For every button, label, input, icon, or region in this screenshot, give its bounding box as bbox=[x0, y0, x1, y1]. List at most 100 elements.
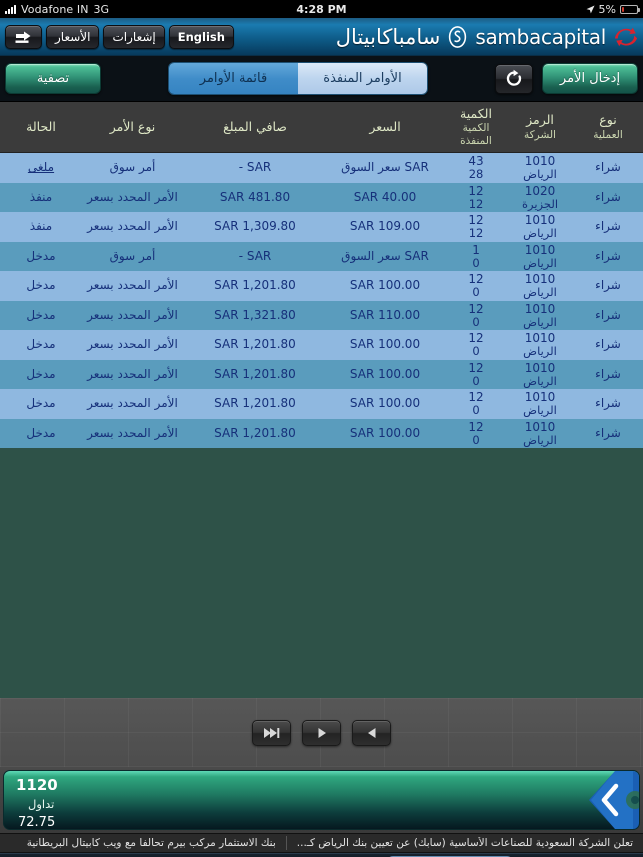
cell-quantity: 10 bbox=[472, 242, 480, 270]
ticker-zone: 1120 تداول 72.75 bbox=[0, 767, 643, 833]
column-title: الحالة bbox=[26, 119, 56, 135]
cell-status: ملغى bbox=[27, 160, 55, 175]
table-row[interactable]: شراء 1010 الرياض 12 0 SAR 100.00 SAR 1,201.80 ا… bbox=[0, 389, 643, 419]
orders-table: نوع العملية الرمز الشركة الكمية الكمية ا… bbox=[0, 102, 643, 698]
cell-quantity: 43 28 bbox=[468, 154, 484, 182]
table-row[interactable]: شراء 1010 الرياض 12 0 SAR 100.00 SAR 1,201.80 ا… bbox=[0, 271, 643, 301]
cell-code: 1010 الرياض bbox=[523, 154, 557, 182]
cell-quantity: 12 0 bbox=[468, 419, 484, 447]
table-row[interactable]: شراء 1010 الرياض 12 12 SAR 109.00 SAR 1,309.80… bbox=[0, 212, 643, 242]
prices-button[interactable]: الأسعار bbox=[46, 24, 100, 49]
cell-code: 1010 الرياض bbox=[523, 213, 557, 241]
battery-icon bbox=[620, 4, 640, 14]
news-item[interactable]: تعلن الشركة السعودية للصناعات الأساسية (… bbox=[287, 837, 643, 849]
column-title: الكمية bbox=[460, 105, 492, 121]
enter-order-button[interactable]: إدخال الأمر bbox=[542, 63, 638, 94]
column-title: السعر bbox=[369, 119, 401, 135]
column-subtitle: الكمية المنفذة bbox=[460, 122, 492, 148]
cell-price: SAR 40.00 bbox=[353, 189, 417, 204]
tab-executed-orders[interactable]: الأوامر المنفذة bbox=[298, 63, 427, 94]
orders-segmented-control: قائمة الأوامر الأوامر المنفذة bbox=[168, 62, 428, 95]
cell-status: منفذ bbox=[29, 219, 53, 234]
cell-order-type: الأمر المحدد بسعر bbox=[87, 396, 178, 411]
cell-net-amount: SAR 1,201.80 bbox=[214, 396, 296, 411]
cell-order-type: الأمر المحدد بسعر bbox=[87, 278, 178, 293]
header-actions: الأسعار إشعارات English bbox=[5, 24, 234, 49]
cell-operation: شراء bbox=[595, 425, 621, 440]
cell-net-amount: SAR 481.80 bbox=[219, 189, 291, 204]
cell-quantity: 12 0 bbox=[468, 301, 484, 329]
table-row[interactable]: شراء 1010 الرياض 12 0 SAR 100.00 SAR 1,201.80 ا… bbox=[0, 330, 643, 360]
table-row[interactable]: شراء 1010 الرياض 1 0 SAR سعر السوق SAR - أمر سو… bbox=[0, 241, 643, 271]
share-button[interactable] bbox=[5, 24, 42, 49]
previous-page-button[interactable] bbox=[352, 719, 391, 746]
notifications-button[interactable]: إشعارات bbox=[103, 24, 165, 49]
next-page-button[interactable] bbox=[302, 719, 341, 746]
column-title: صافي المبلغ bbox=[223, 119, 287, 135]
brand-arabic-label: سامباكابيتال bbox=[335, 24, 441, 49]
news-item[interactable]: بنك الاستثمار مركب بيرم تحالفا مع ويب كا… bbox=[17, 837, 286, 849]
cell-operation: شراء bbox=[595, 337, 621, 352]
column-title: الرمز bbox=[526, 112, 554, 128]
table-row[interactable]: شراء 1010 الرياض 43 28 SAR سعر السوق SAR - أمر … bbox=[0, 153, 643, 183]
news-ticker-bar[interactable]: تعلن الشركة السعودية للصناعات الأساسية (… bbox=[0, 833, 643, 853]
cell-net-amount: SAR 1,201.80 bbox=[214, 278, 296, 293]
column-title: نوع الأمر bbox=[109, 119, 156, 135]
ios-status-bar: Vodafone IN 3G 4:28 PM 5% bbox=[0, 0, 643, 18]
column-subtitle: العملية bbox=[593, 128, 623, 141]
english-button[interactable]: English bbox=[168, 24, 234, 49]
column-header-code: الرمز الشركة bbox=[507, 112, 573, 142]
cell-operation: شراء bbox=[595, 219, 621, 234]
cell-operation: شراء bbox=[595, 160, 621, 175]
brand-block: سامباكابيتال sambacapital bbox=[336, 25, 638, 49]
cell-code: 1020 الجزيرة bbox=[521, 183, 559, 211]
bottom-tab-bar: الصفحة الرئيسية أوامر bbox=[0, 853, 643, 857]
cell-net-amount: SAR 1,321.80 bbox=[214, 307, 296, 322]
cell-net-amount: SAR 1,201.80 bbox=[214, 425, 296, 440]
cell-order-type: الأمر المحدد بسعر bbox=[87, 307, 178, 322]
market-ticker[interactable]: 1120 تداول 72.75 bbox=[3, 770, 640, 830]
refresh-icon bbox=[506, 69, 522, 86]
filter-button[interactable]: تصفية bbox=[5, 63, 101, 94]
table-row[interactable]: شراء 1020 الجزيرة 12 12 SAR 40.00 SAR 481.80 ال… bbox=[0, 182, 643, 212]
table-body: شراء 1010 الرياض 43 28 SAR سعر السوق SAR - أمر … bbox=[0, 153, 643, 448]
orders-toolbar: تصفية قائمة الأوامر الأوامر المنفذة إدخا… bbox=[0, 56, 643, 102]
cell-code: 1010 الرياض bbox=[523, 242, 557, 270]
ticker-collapse-handle[interactable] bbox=[589, 771, 640, 829]
news-divider bbox=[285, 836, 287, 850]
cell-status: مدخل bbox=[26, 278, 56, 293]
cell-price: SAR 109.00 bbox=[349, 219, 421, 234]
cell-order-type: الأمر المحدد بسعر bbox=[87, 425, 178, 440]
column-header-order-type: نوع الأمر bbox=[80, 119, 185, 135]
cell-quantity: 12 0 bbox=[468, 331, 484, 359]
cell-operation: شراء bbox=[595, 366, 621, 381]
cell-status: منفذ bbox=[29, 189, 53, 204]
cell-operation: شراء bbox=[595, 307, 621, 322]
table-row[interactable]: شراء 1010 الرياض 12 0 SAR 100.00 SAR 1,201.80 ا… bbox=[0, 418, 643, 448]
last-page-button[interactable] bbox=[252, 719, 291, 746]
cell-status: مدخل bbox=[26, 307, 56, 322]
cell-net-amount: SAR - bbox=[238, 248, 272, 263]
cell-status: مدخل bbox=[26, 248, 56, 263]
table-row[interactable]: شراء 1010 الرياض 12 0 SAR 100.00 SAR 1,201.80 ا… bbox=[0, 359, 643, 389]
skip-to-end-icon bbox=[264, 727, 280, 738]
clock-label: 4:28 PM bbox=[296, 2, 347, 16]
column-subtitle: الشركة bbox=[524, 128, 556, 141]
column-title: نوع bbox=[599, 112, 617, 128]
table-row[interactable]: شراء 1010 الرياض 12 0 SAR 110.00 SAR 1,321.80 ا… bbox=[0, 300, 643, 330]
cell-order-type: أمر سوق bbox=[109, 248, 156, 263]
samba-mark-icon bbox=[449, 25, 467, 48]
refresh-button[interactable] bbox=[495, 63, 533, 94]
cell-quantity: 12 0 bbox=[468, 272, 484, 300]
cell-price: SAR 100.00 bbox=[349, 396, 421, 411]
ticker-symbol: 1120 bbox=[16, 776, 58, 794]
app-root: Vodafone IN 3G 4:28 PM 5% الأسعار إشعارا… bbox=[0, 0, 643, 857]
ticker-name: تداول bbox=[28, 797, 55, 811]
ticker-value: 72.75 bbox=[18, 815, 56, 830]
cell-operation: شراء bbox=[595, 278, 621, 293]
cell-price: SAR 100.00 bbox=[349, 278, 421, 293]
tab-orders-list[interactable]: قائمة الأوامر bbox=[169, 63, 298, 94]
cell-order-type: الأمر المحدد بسعر bbox=[87, 219, 178, 234]
cell-net-amount: SAR 1,201.80 bbox=[214, 366, 296, 381]
cell-operation: شراء bbox=[595, 248, 621, 263]
